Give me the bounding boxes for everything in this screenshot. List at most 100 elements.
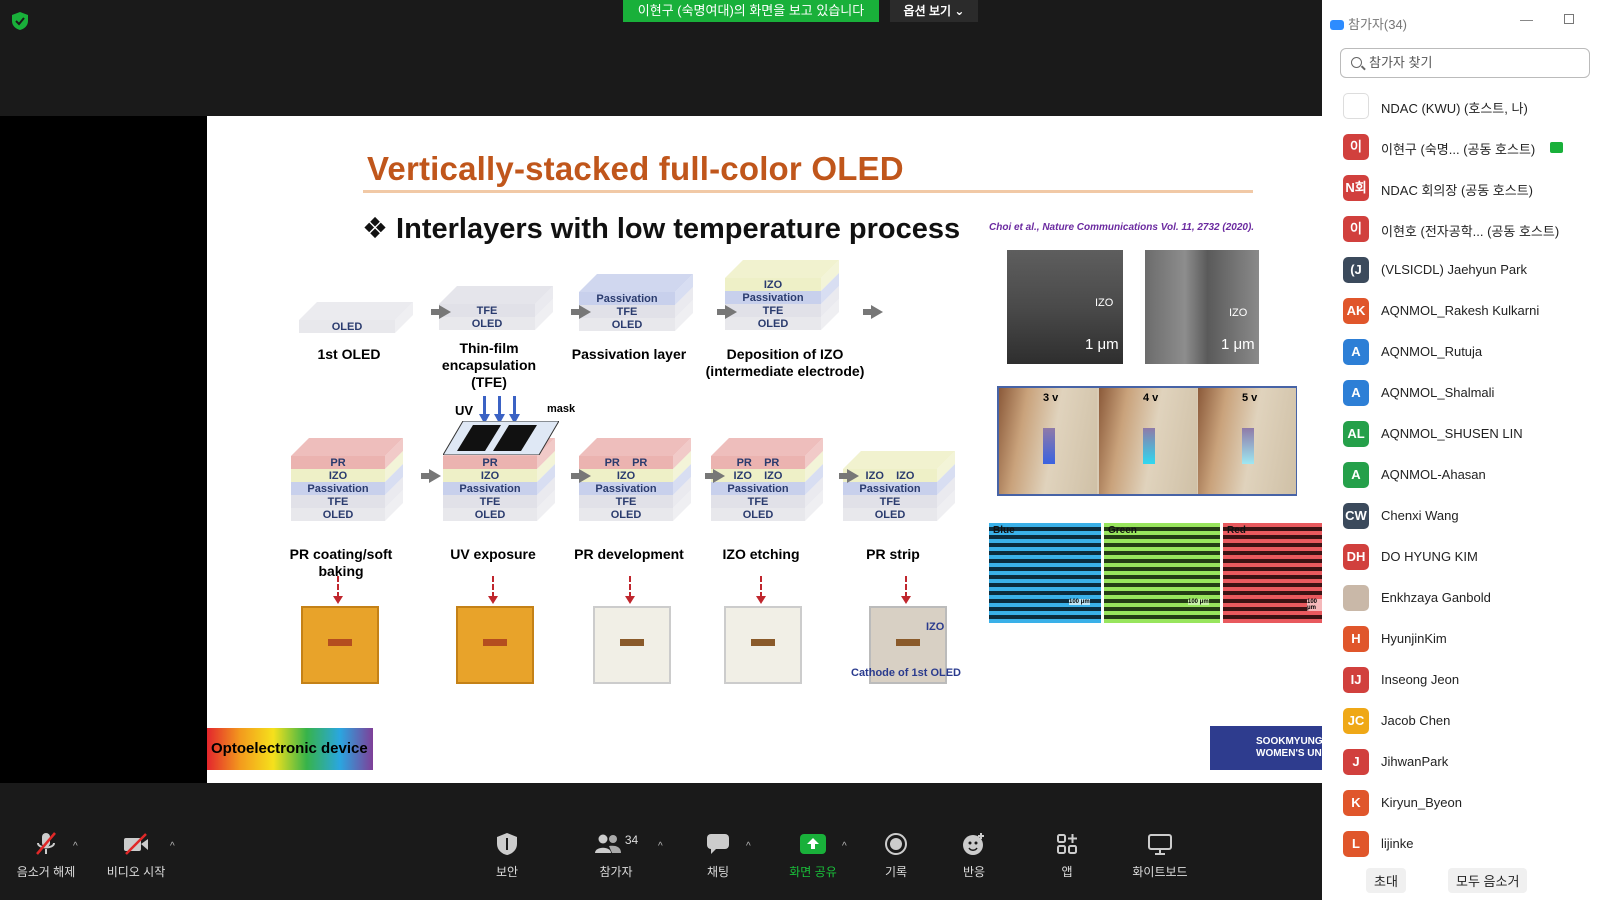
participants-options-caret[interactable]: ^ — [658, 841, 663, 852]
participant-name: AQNMOL_SHUSEN LIN — [1381, 426, 1523, 441]
avatar: AK — [1343, 298, 1369, 324]
video-options-caret[interactable]: ^ — [170, 841, 175, 852]
audio-options-caret[interactable]: ^ — [73, 841, 78, 852]
layer-label: TFE — [615, 496, 637, 508]
participant-row[interactable]: AK AQNMOL_Rakesh Kulkarni — [1322, 291, 1600, 332]
slide-subtitle: ❖ Interlayers with low temperature proce… — [362, 213, 961, 245]
participant-row[interactable]: CW Chenxi Wang — [1322, 496, 1600, 537]
zoom-camera-icon — [1330, 20, 1344, 30]
participants-panel-title: 참가자(34) — [1330, 14, 1407, 33]
avatar: DH — [1343, 544, 1369, 570]
participant-row[interactable]: 이 이현구 (숙명... (공동 호스트) — [1322, 127, 1600, 168]
participant-name: AQNMOL-Ahasan — [1381, 467, 1486, 482]
layer-label: TFE — [327, 496, 349, 508]
participant-row[interactable]: K Kiryun_Byeon — [1322, 783, 1600, 824]
university-logo-line-2: WOMEN'S UNI — [1256, 748, 1322, 759]
slide: Vertically-stacked full-color OLED ❖ Int… — [207, 116, 1322, 783]
participant-row[interactable]: DH DO HYUNG KIM — [1322, 537, 1600, 578]
stripe-blue-label: Blue — [993, 525, 1015, 536]
voltage-label-2: 4 v — [1143, 392, 1159, 404]
avatar: A — [1343, 380, 1369, 406]
chat-options-caret[interactable]: ^ — [746, 841, 751, 852]
participant-row[interactable]: NDAC (KWU) (호스트, 나) — [1322, 86, 1600, 127]
whiteboard-label: 화이트보드 — [1132, 865, 1188, 879]
participant-list[interactable]: NDAC (KWU) (호스트, 나) 이 이현구 (숙명... (공동 호스트) N… — [1322, 86, 1600, 865]
pixel-2 — [1143, 428, 1155, 464]
step-label-row2-0: PR coating/soft baking — [289, 546, 393, 579]
participant-row[interactable]: H HyunjinKim — [1322, 619, 1600, 660]
start-video-button[interactable]: 비디오 시작 — [104, 831, 168, 880]
participant-name: Chenxi Wang — [1381, 508, 1459, 523]
layer-label: OLED — [757, 318, 789, 330]
encryption-shield-icon[interactable] — [12, 12, 28, 30]
record-button[interactable]: 기록 — [876, 831, 916, 880]
layer-label: Passivation — [459, 483, 521, 495]
process-arrow — [571, 305, 591, 319]
participant-name: Jacob Chen — [1381, 713, 1451, 728]
participants-panel-footer: 초대 모두 음소거 — [1322, 862, 1600, 900]
participant-row[interactable]: Llijinke — [1322, 824, 1600, 865]
participant-row[interactable]: A AQNMOL_Shalmali — [1322, 373, 1600, 414]
sample-photo-3 — [724, 606, 802, 684]
apps-button[interactable]: 앱 — [1054, 831, 1080, 880]
sample-pattern — [483, 639, 507, 646]
result-arrow — [488, 576, 498, 604]
step-label-row1-3: Deposition of IZO (intermediate electrod… — [705, 346, 865, 379]
voltage-cell-2: 4 v — [1099, 388, 1197, 494]
layer-label: OLED — [471, 318, 503, 330]
participant-row[interactable]: Enkhzaya Ganbold — [1322, 578, 1600, 619]
layer-label: OLED — [474, 509, 506, 521]
participant-row[interactable]: JC Jacob Chen — [1322, 701, 1600, 742]
apps-icon — [1057, 834, 1077, 854]
minimize-icon[interactable]: — — [1520, 12, 1533, 27]
participants-panel-title-text: 참가자(34) — [1348, 17, 1407, 32]
participant-row[interactable]: AL AQNMOL_SHUSEN LIN — [1322, 414, 1600, 455]
step-label-row1-1: Thin-film encapsulation (TFE) — [441, 340, 537, 390]
shared-screen: Vertically-stacked full-color OLED ❖ Int… — [0, 116, 1322, 783]
chat-bubble-icon — [707, 834, 729, 854]
avatar: L — [1343, 831, 1369, 857]
whiteboard-button[interactable]: 화이트보드 — [1124, 831, 1196, 880]
layer-label: OLED — [874, 509, 906, 521]
participant-row[interactable]: N회 NDAC 회의장 (공동 호스트) — [1322, 168, 1600, 209]
view-options-button[interactable]: 옵션 보기 ⌄ — [890, 0, 978, 22]
avatar: K — [1343, 790, 1369, 816]
participant-row[interactable]: A AQNMOL-Ahasan — [1322, 455, 1600, 496]
stripe-blue-scale: 100 μm — [1069, 599, 1090, 605]
participant-row[interactable]: 이 이현호 (전자공학... (공동 호스트) — [1322, 209, 1600, 250]
university-logo-line-1: SOOKMYUNG — [1256, 736, 1322, 747]
share-options-caret[interactable]: ^ — [842, 841, 847, 852]
pop-out-icon[interactable] — [1564, 14, 1574, 24]
pixel-3 — [1242, 428, 1254, 464]
sem-scale-1: 1 μm — [1085, 336, 1119, 353]
participant-name: Kiryun_Byeon — [1381, 795, 1462, 810]
participant-name: Enkhzaya Ganbold — [1381, 590, 1491, 605]
chat-button[interactable]: 채팅 — [700, 831, 736, 880]
participant-name: Inseong Jeon — [1381, 672, 1460, 687]
unmute-button[interactable]: 음소거 해제 — [12, 831, 80, 880]
reactions-button[interactable]: 반응 — [956, 831, 992, 880]
participant-row[interactable]: J JihwanPark — [1322, 742, 1600, 783]
participant-search-input[interactable]: 참가자 찾기 — [1340, 48, 1590, 78]
photomask — [443, 421, 559, 455]
process-arrow — [717, 305, 737, 319]
security-shield-icon — [497, 833, 517, 855]
participant-row[interactable]: (J (VLSICDL) Jaehyun Park — [1322, 250, 1600, 291]
security-button[interactable]: 보안 — [484, 831, 530, 880]
participant-row[interactable]: IJ Inseong Jeon — [1322, 660, 1600, 701]
process-arrow — [571, 469, 591, 483]
participant-name: NDAC 회의장 (공동 호스트) — [1381, 183, 1534, 198]
sem-image-2: IZO 1 μm — [1145, 250, 1259, 364]
layer-label: PR — [482, 457, 498, 469]
screen-sharing-badge-icon — [1550, 142, 1563, 153]
invite-button[interactable]: 초대 — [1366, 868, 1406, 893]
stripe-green-label: Green — [1108, 525, 1137, 536]
participant-row[interactable]: A AQNMOL_Rutuja — [1322, 332, 1600, 373]
stripe-red: Red 100 μm — [1223, 523, 1322, 623]
share-screen-button[interactable]: 화면 공유 — [786, 831, 840, 880]
layer-label: IZO IZO — [733, 470, 783, 482]
participant-name: lijinke — [1381, 836, 1414, 851]
mute-all-button[interactable]: 모두 음소거 — [1448, 868, 1528, 893]
participants-button[interactable]: 34 참가자 — [586, 831, 646, 880]
layer-label: PR PR — [604, 457, 648, 469]
